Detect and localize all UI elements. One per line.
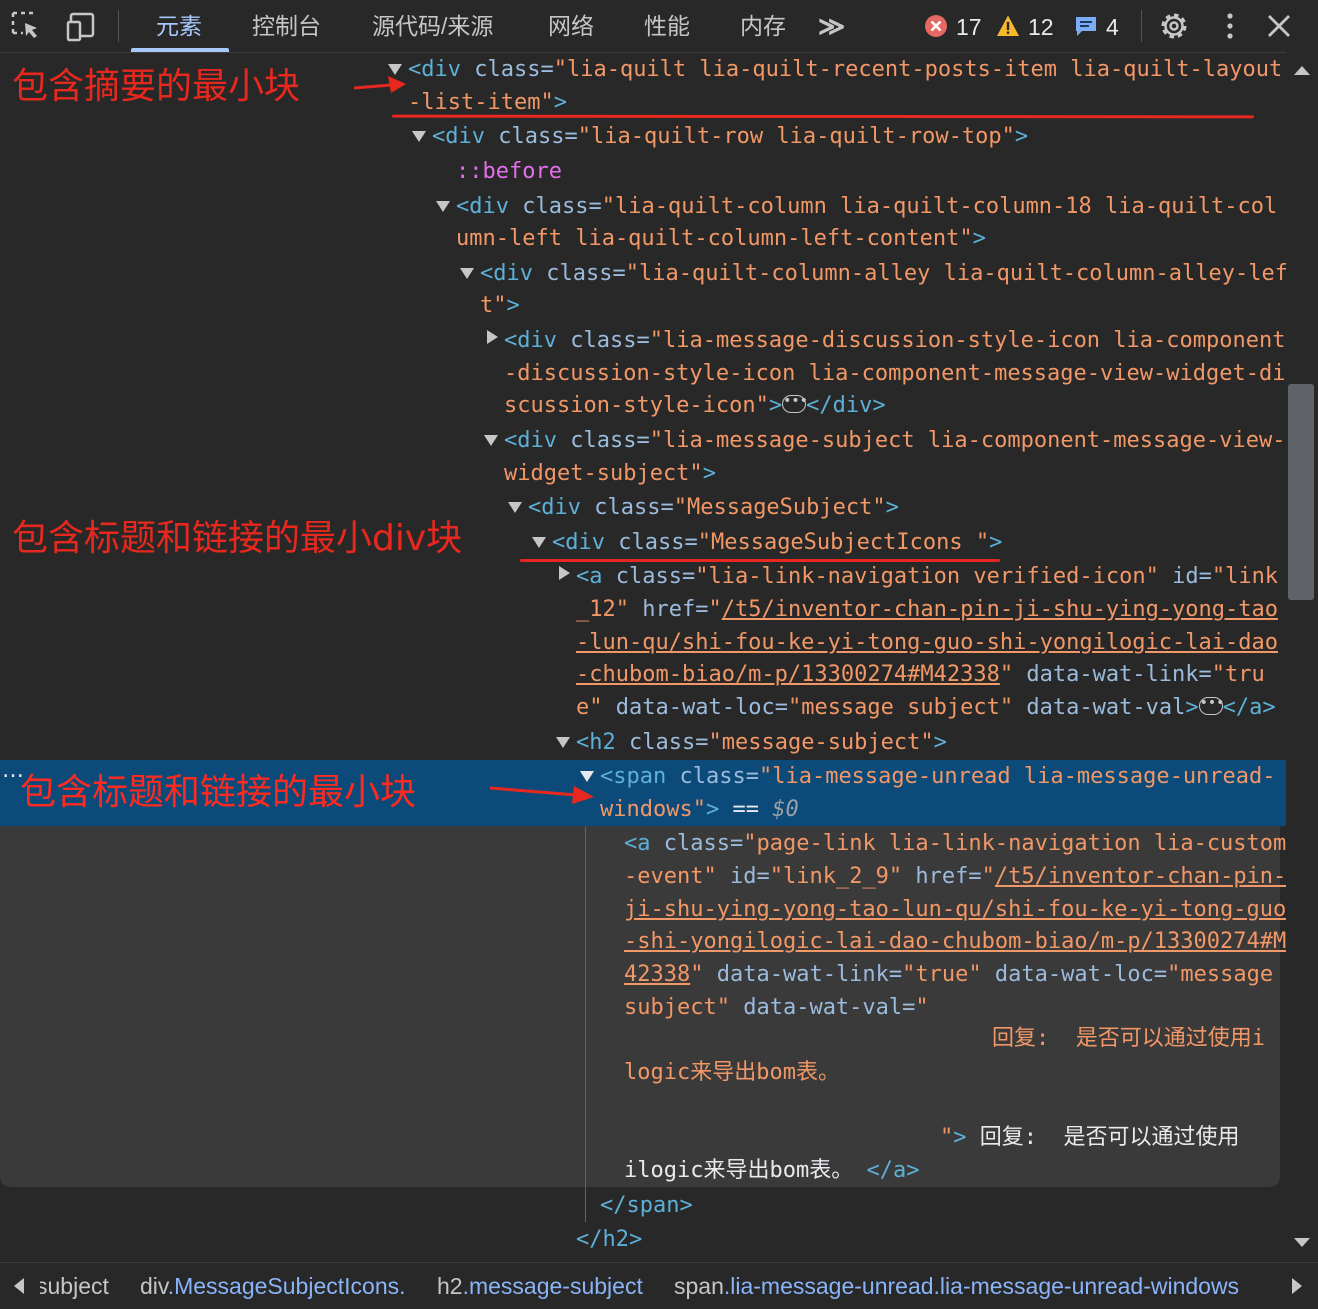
error-count-badge[interactable]: 17 xyxy=(924,12,982,42)
dom-node-line[interactable]: subject" data-wat-val=" xyxy=(624,993,929,1023)
dom-node-line[interactable]: logic来导出bom表。 xyxy=(624,1058,840,1088)
dom-node-line[interactable]: -event" id="link_2_9" href="/t5/inventor… xyxy=(624,862,1286,892)
toolbar-divider xyxy=(118,10,119,42)
dom-node-line[interactable]: <div class="lia-quilt lia-quilt-recent-p… xyxy=(408,55,1282,85)
more-options-icon[interactable] xyxy=(1214,10,1246,42)
collapsed-content-icon[interactable]: ••• xyxy=(782,394,808,413)
inspect-element-icon[interactable] xyxy=(10,10,42,42)
collapsed-content-icon[interactable]: ••• xyxy=(1198,696,1224,715)
expand-toggle-icon[interactable] xyxy=(484,435,498,446)
breadcrumb: subject div.MessageSubjectIcons. h2.mess… xyxy=(0,1262,1318,1309)
expand-toggle-icon[interactable] xyxy=(580,771,594,782)
close-icon[interactable] xyxy=(1263,10,1295,42)
tab-console[interactable]: 控制台 xyxy=(246,0,327,52)
dom-node-line[interactable]: -shi-yongilogic-lai-dao-chubom-biao/m-p/… xyxy=(624,927,1286,957)
message-count-badge[interactable]: 4 xyxy=(1074,12,1119,42)
dom-node-line[interactable]: 回复: 是否可以通过使用i xyxy=(992,1024,1265,1054)
dom-node-line[interactable]: <div class="lia-quilt-column-alley lia-q… xyxy=(480,259,1286,289)
href-link[interactable]: /t5/inventor-chan-pin- xyxy=(995,864,1286,889)
expand-toggle-icon[interactable] xyxy=(388,64,402,75)
dom-node-line[interactable]: -list-item"> xyxy=(408,88,567,118)
dom-node-line[interactable]: <div class="lia-quilt-row lia-quilt-row-… xyxy=(432,122,1028,152)
tab-network[interactable]: 网络 xyxy=(542,0,600,52)
annotation-summary-block: 包含摘要的最小块 xyxy=(12,66,301,107)
device-toolbar-icon[interactable] xyxy=(66,10,98,42)
breadcrumb-scroll-left-icon[interactable] xyxy=(14,1278,24,1294)
dom-node-line[interactable]: -lun-qu/shi-fou-ke-yi-tong-guo-shi-yongi… xyxy=(576,628,1278,658)
dom-node-line[interactable]: <h2 class="message-subject"> xyxy=(576,728,947,758)
dom-node-line[interactable]: _12" href="/t5/inventor-chan-pin-ji-shu-… xyxy=(576,595,1278,625)
href-link[interactable]: ji-shu-ying-yong-tao-lun-qu/shi-fou-ke-y… xyxy=(624,897,1286,922)
tab-memory[interactable]: 内存 xyxy=(734,0,792,52)
selected-dom-node[interactable]: <span class="lia-message-unread lia-mess… xyxy=(600,762,1276,792)
dom-node-line[interactable]: </span> xyxy=(600,1191,693,1221)
dom-node-line[interactable]: <div class="MessageSubject"> xyxy=(528,493,899,523)
elements-tree: … <div class="lia-quilt lia-quilt-recent… xyxy=(0,52,1286,1260)
scrollbar-thumb[interactable] xyxy=(1288,384,1314,600)
breadcrumb-item-active[interactable]: span.lia-message-unread.lia-message-unre… xyxy=(674,1269,1239,1303)
dom-node-line[interactable]: <a class="page-link lia-link-navigation … xyxy=(624,829,1286,859)
error-count: 17 xyxy=(956,14,982,40)
dom-node-line[interactable]: <div class="lia-message-discussion-style… xyxy=(504,326,1285,356)
warning-count: 12 xyxy=(1028,14,1054,40)
dom-node-line[interactable]: -discussion-style-icon lia-component-mes… xyxy=(504,359,1285,389)
href-link[interactable]: -shi-yongilogic-lai-dao-chubom-biao/m-p/… xyxy=(624,929,1286,954)
href-link[interactable]: /t5/inventor-chan-pin-ji-shu-ying-yong-t… xyxy=(722,597,1278,622)
breadcrumb-item[interactable]: div.MessageSubjectIcons. xyxy=(140,1269,406,1303)
collapse-toggle-icon[interactable] xyxy=(487,330,498,344)
breadcrumb-item[interactable]: subject xyxy=(40,1269,109,1303)
gear-icon[interactable] xyxy=(1158,10,1190,42)
dom-node-line[interactable]: t"> xyxy=(480,291,520,321)
href-link[interactable]: -chubom-biao/m-p/13300274#M42338 xyxy=(576,662,1000,687)
expand-toggle-icon[interactable] xyxy=(532,537,546,548)
dom-node-line[interactable]: <div class="lia-message-subject lia-comp… xyxy=(504,426,1285,456)
dom-node-line[interactable]: scussion-style-icon">•••</div> xyxy=(504,391,886,421)
annotation-underline xyxy=(520,559,1000,562)
tab-performance[interactable]: 性能 xyxy=(638,0,696,52)
dom-node-line[interactable]: 42338" data-wat-link="true" data-wat-loc… xyxy=(624,960,1273,990)
pseudo-element-before[interactable]: ::before xyxy=(456,157,562,187)
expand-toggle-icon[interactable] xyxy=(460,268,474,279)
message-count: 4 xyxy=(1106,14,1119,40)
dom-node-line[interactable]: umn-left lia-quilt-column-left-content"> xyxy=(456,224,986,254)
expand-toggle-icon[interactable] xyxy=(436,201,450,212)
warning-count-badge[interactable]: 12 xyxy=(996,12,1054,42)
breadcrumb-item-clip: subject xyxy=(40,1269,130,1303)
collapse-toggle-icon[interactable] xyxy=(559,566,570,580)
scroll-down-icon[interactable] xyxy=(1294,1238,1310,1247)
dom-node-line[interactable]: ji-shu-ying-yong-tao-lun-qu/shi-fou-ke-y… xyxy=(624,895,1286,925)
scroll-up-icon[interactable] xyxy=(1294,66,1310,75)
dom-node-line[interactable]: <div class="MessageSubjectIcons "> xyxy=(552,528,1002,558)
dom-node-line[interactable]: widget-subject"> xyxy=(504,459,716,489)
tab-sources[interactable]: 源代码/来源 xyxy=(366,0,499,52)
dom-node-line[interactable]: </h2> xyxy=(576,1225,642,1255)
expand-toggle-icon[interactable] xyxy=(508,502,522,513)
message-icon xyxy=(1076,17,1096,36)
annotation-arrow xyxy=(354,76,406,93)
expand-toggle-icon[interactable] xyxy=(412,131,426,142)
tab-elements[interactable]: 元素 xyxy=(150,0,208,52)
error-icon xyxy=(925,15,947,37)
selected-dom-node[interactable]: windows"> == $0 xyxy=(600,795,799,825)
indent-guide xyxy=(585,826,586,1222)
annotation-title-link-block: 包含标题和链接的最小块 xyxy=(20,772,417,813)
dom-node-line[interactable]: <a class="lia-link-navigation verified-i… xyxy=(576,562,1278,592)
vertical-scrollbar[interactable] xyxy=(1286,52,1318,1260)
dom-node-line[interactable]: <div class="lia-quilt-column lia-quilt-c… xyxy=(456,192,1277,222)
devtools-toolbar: 元素 控制台 源代码/来源 网络 性能 内存 ≫ 17 12 4 xyxy=(0,0,1318,53)
breadcrumb-scroll-right-icon[interactable] xyxy=(1292,1278,1302,1294)
href-link[interactable]: 42338 xyxy=(624,962,690,987)
warning-icon xyxy=(997,15,1019,36)
more-tabs-button[interactable]: ≫ xyxy=(812,0,851,52)
dom-node-line[interactable]: e" data-wat-loc="message subject" data-w… xyxy=(576,693,1276,723)
annotation-title-link-div: 包含标题和链接的最小div块 xyxy=(12,518,463,559)
dom-node-line[interactable]: "> 回复: 是否可以通过使用 xyxy=(940,1123,1239,1153)
toolbar-divider xyxy=(1141,10,1142,42)
dom-node-line[interactable]: -chubom-biao/m-p/13300274#M42338" data-w… xyxy=(576,660,1265,690)
dom-node-line[interactable]: ilogic来导出bom表。 </a> xyxy=(624,1156,919,1186)
breadcrumb-item[interactable]: h2.message-subject xyxy=(437,1269,643,1303)
expand-toggle-icon[interactable] xyxy=(556,737,570,748)
href-link[interactable]: -lun-qu/shi-fou-ke-yi-tong-guo-shi-yongi… xyxy=(576,630,1278,655)
annotation-arrow xyxy=(490,786,594,804)
